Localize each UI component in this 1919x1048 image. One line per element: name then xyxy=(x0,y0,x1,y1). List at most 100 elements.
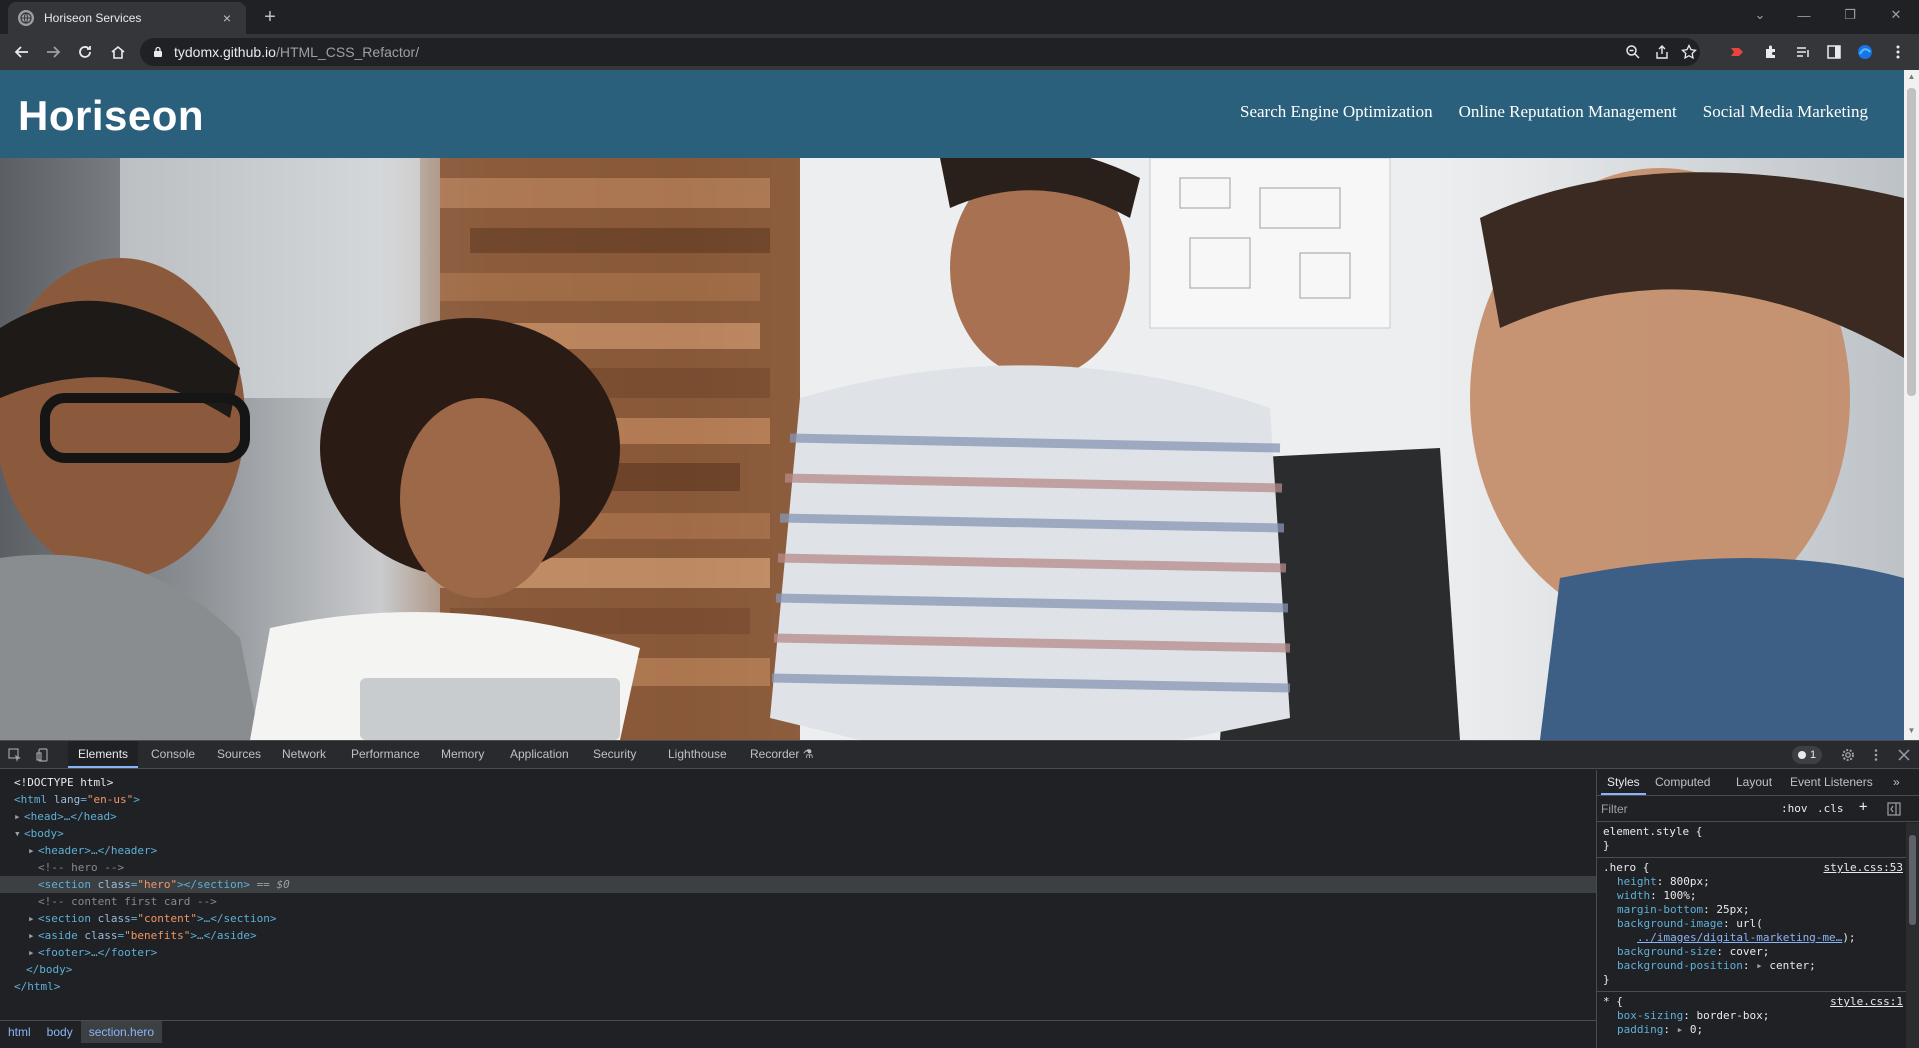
tab-recorder[interactable]: Recorder ⚗ xyxy=(740,741,823,768)
minimize-icon[interactable]: — xyxy=(1781,0,1827,30)
tab-security[interactable]: Security xyxy=(583,741,646,768)
expand-shorthand-icon[interactable]: ▸ xyxy=(1670,1023,1690,1036)
toggle-sidebar-icon[interactable] xyxy=(1887,802,1901,816)
star-rule-source-link[interactable]: style.css:1 xyxy=(1830,995,1903,1009)
close-devtools-icon[interactable] xyxy=(1895,746,1913,764)
styles-filter-input[interactable] xyxy=(1601,800,1771,818)
close-window-icon[interactable]: ✕ xyxy=(1873,0,1919,30)
tab-network[interactable]: Network xyxy=(272,741,336,768)
nav-link-orm[interactable]: Online Reputation Management xyxy=(1459,102,1677,122)
dom-html[interactable]: <html lang="en-us"> xyxy=(0,791,1596,808)
breadcrumb-section-hero[interactable]: section.hero xyxy=(80,1020,163,1043)
devtools-tab-bar: Elements Console Sources Network Perform… xyxy=(0,741,1919,769)
expand-triangle-icon[interactable]: ▸ xyxy=(14,808,24,825)
back-icon[interactable] xyxy=(10,40,34,64)
hero-rule-source-link[interactable]: style.css:53 xyxy=(1824,861,1903,875)
tab-layout[interactable]: Layout xyxy=(1730,770,1778,795)
tab-event-listeners[interactable]: Event Listeners xyxy=(1784,770,1879,795)
expand-triangle-icon[interactable]: ▸ xyxy=(28,910,38,927)
scroll-up-icon[interactable]: ▲ xyxy=(1907,72,1916,82)
tab-lighthouse[interactable]: Lighthouse xyxy=(658,741,737,768)
tab-styles[interactable]: Styles xyxy=(1601,770,1646,795)
css-prop-box-sizing[interactable]: box-sizing: border-box; xyxy=(1603,1009,1907,1023)
css-prop-padding[interactable]: padding: ▸ 0; xyxy=(1603,1023,1907,1037)
css-prop-background-position[interactable]: background-position: ▸ center; xyxy=(1603,959,1907,973)
css-background-url[interactable]: ../images/digital-marketing-me…); xyxy=(1603,931,1907,945)
inspect-element-icon[interactable] xyxy=(6,746,24,764)
dom-html-close[interactable]: </html> xyxy=(0,978,1596,995)
tab-application[interactable]: Application xyxy=(500,741,579,768)
tab-console[interactable]: Console xyxy=(141,741,205,768)
collapse-triangle-icon[interactable]: ▾ xyxy=(14,825,24,842)
menu-kebab-icon[interactable] xyxy=(1890,44,1906,60)
bookmark-star-icon[interactable] xyxy=(1681,44,1697,60)
css-prop-background-image[interactable]: background-image: url( xyxy=(1603,917,1907,931)
dom-section-content[interactable]: ▸ <section class="content">…</section> xyxy=(0,910,1596,927)
rule-divider xyxy=(1597,991,1907,992)
css-prop-margin-bottom[interactable]: margin-bottom: 25px; xyxy=(1603,903,1907,917)
styles-scrollbar-thumb[interactable] xyxy=(1909,835,1916,925)
close-tab-icon[interactable]: × xyxy=(218,10,236,26)
dom-breadcrumbs: html body section.hero xyxy=(0,1020,1596,1043)
tab-search-icon[interactable]: ⌄ xyxy=(1737,0,1783,30)
devtools-menu-icon[interactable] xyxy=(1867,746,1885,764)
tab-sources[interactable]: Sources xyxy=(207,741,271,768)
tab-performance[interactable]: Performance xyxy=(341,741,430,768)
media-queue-icon[interactable] xyxy=(1795,44,1811,60)
element-style-selector[interactable]: element.style { xyxy=(1603,825,1907,839)
html-tag: <html xyxy=(14,793,48,806)
expand-triangle-icon[interactable]: ▸ xyxy=(28,944,38,961)
hero-rule-selector[interactable]: .hero {style.css:53 xyxy=(1603,861,1907,875)
browser-tab[interactable]: Horiseon Services × xyxy=(8,2,246,34)
background-url-link[interactable]: ../images/digital-marketing-me… xyxy=(1637,931,1842,944)
css-prop-height[interactable]: height: 800px; xyxy=(1603,875,1907,889)
new-style-rule-button[interactable]: + xyxy=(1859,799,1867,815)
nav-link-seo[interactable]: Search Engine Optimization xyxy=(1240,102,1433,122)
breadcrumb-body[interactable]: body xyxy=(39,1021,81,1043)
side-panel-icon[interactable] xyxy=(1826,44,1842,60)
address-bar[interactable]: tydomx.github.io/HTML_CSS_Refactor/ xyxy=(140,38,1700,66)
new-tab-button[interactable]: + xyxy=(258,6,282,30)
dom-aside-benefits[interactable]: ▸ <aside class="benefits">…</aside> xyxy=(0,927,1596,944)
dom-section-hero-selected[interactable]: <section class="hero"></section> == $0 xyxy=(0,876,1596,893)
scroll-down-icon[interactable]: ▼ xyxy=(1907,726,1916,736)
site-logo[interactable]: Horiseon xyxy=(18,92,204,140)
forward-icon[interactable] xyxy=(41,40,65,64)
css-prop-background-size[interactable]: background-size: cover; xyxy=(1603,945,1907,959)
extension-red-icon[interactable] xyxy=(1729,44,1745,60)
reload-icon[interactable] xyxy=(73,40,97,64)
nav-link-smm[interactable]: Social Media Marketing xyxy=(1703,102,1868,122)
dom-comment-hero[interactable]: <!-- hero --> xyxy=(0,859,1596,876)
cls-toggle[interactable]: .cls xyxy=(1817,802,1844,815)
expand-shorthand-icon[interactable]: ▸ xyxy=(1749,959,1769,972)
restore-icon[interactable]: ❐ xyxy=(1827,0,1873,30)
device-toolbar-icon[interactable] xyxy=(34,746,52,764)
expand-triangle-icon[interactable]: ▸ xyxy=(28,927,38,944)
page-scrollbar[interactable]: ▲ ▼ xyxy=(1904,70,1919,740)
settings-gear-icon[interactable] xyxy=(1839,746,1857,764)
tab-elements[interactable]: Elements xyxy=(68,741,139,768)
more-tabs-icon[interactable]: » xyxy=(1887,770,1906,795)
share-icon[interactable] xyxy=(1654,44,1670,60)
dom-header[interactable]: ▸ <header>…</header> xyxy=(0,842,1596,859)
css-prop-width[interactable]: width: 100%; xyxy=(1603,889,1907,903)
profile-avatar-icon[interactable] xyxy=(1857,44,1873,60)
expand-triangle-icon[interactable]: ▸ xyxy=(28,842,38,859)
issues-badge[interactable]: 1 xyxy=(1792,746,1823,764)
dom-doctype[interactable]: <!DOCTYPE html> xyxy=(0,774,1596,791)
zoom-icon[interactable] xyxy=(1625,44,1641,60)
breadcrumb-html[interactable]: html xyxy=(0,1021,39,1043)
styles-scrollbar[interactable] xyxy=(1906,823,1919,1048)
dom-body[interactable]: ▾ <body> xyxy=(0,825,1596,842)
extensions-puzzle-icon[interactable] xyxy=(1763,44,1779,60)
tab-computed[interactable]: Computed xyxy=(1649,770,1716,795)
dom-body-close[interactable]: </body> xyxy=(0,961,1596,978)
hov-toggle[interactable]: :hov xyxy=(1781,802,1808,815)
dom-head[interactable]: ▸ <head>…</head> xyxy=(0,808,1596,825)
home-icon[interactable] xyxy=(106,40,130,64)
scrollbar-thumb[interactable] xyxy=(1907,88,1916,396)
dom-comment-content[interactable]: <!-- content first card --> xyxy=(0,893,1596,910)
star-rule-selector[interactable]: * {style.css:1 xyxy=(1603,995,1907,1009)
dom-footer[interactable]: ▸ <footer>…</footer> xyxy=(0,944,1596,961)
tab-memory[interactable]: Memory xyxy=(431,741,494,768)
